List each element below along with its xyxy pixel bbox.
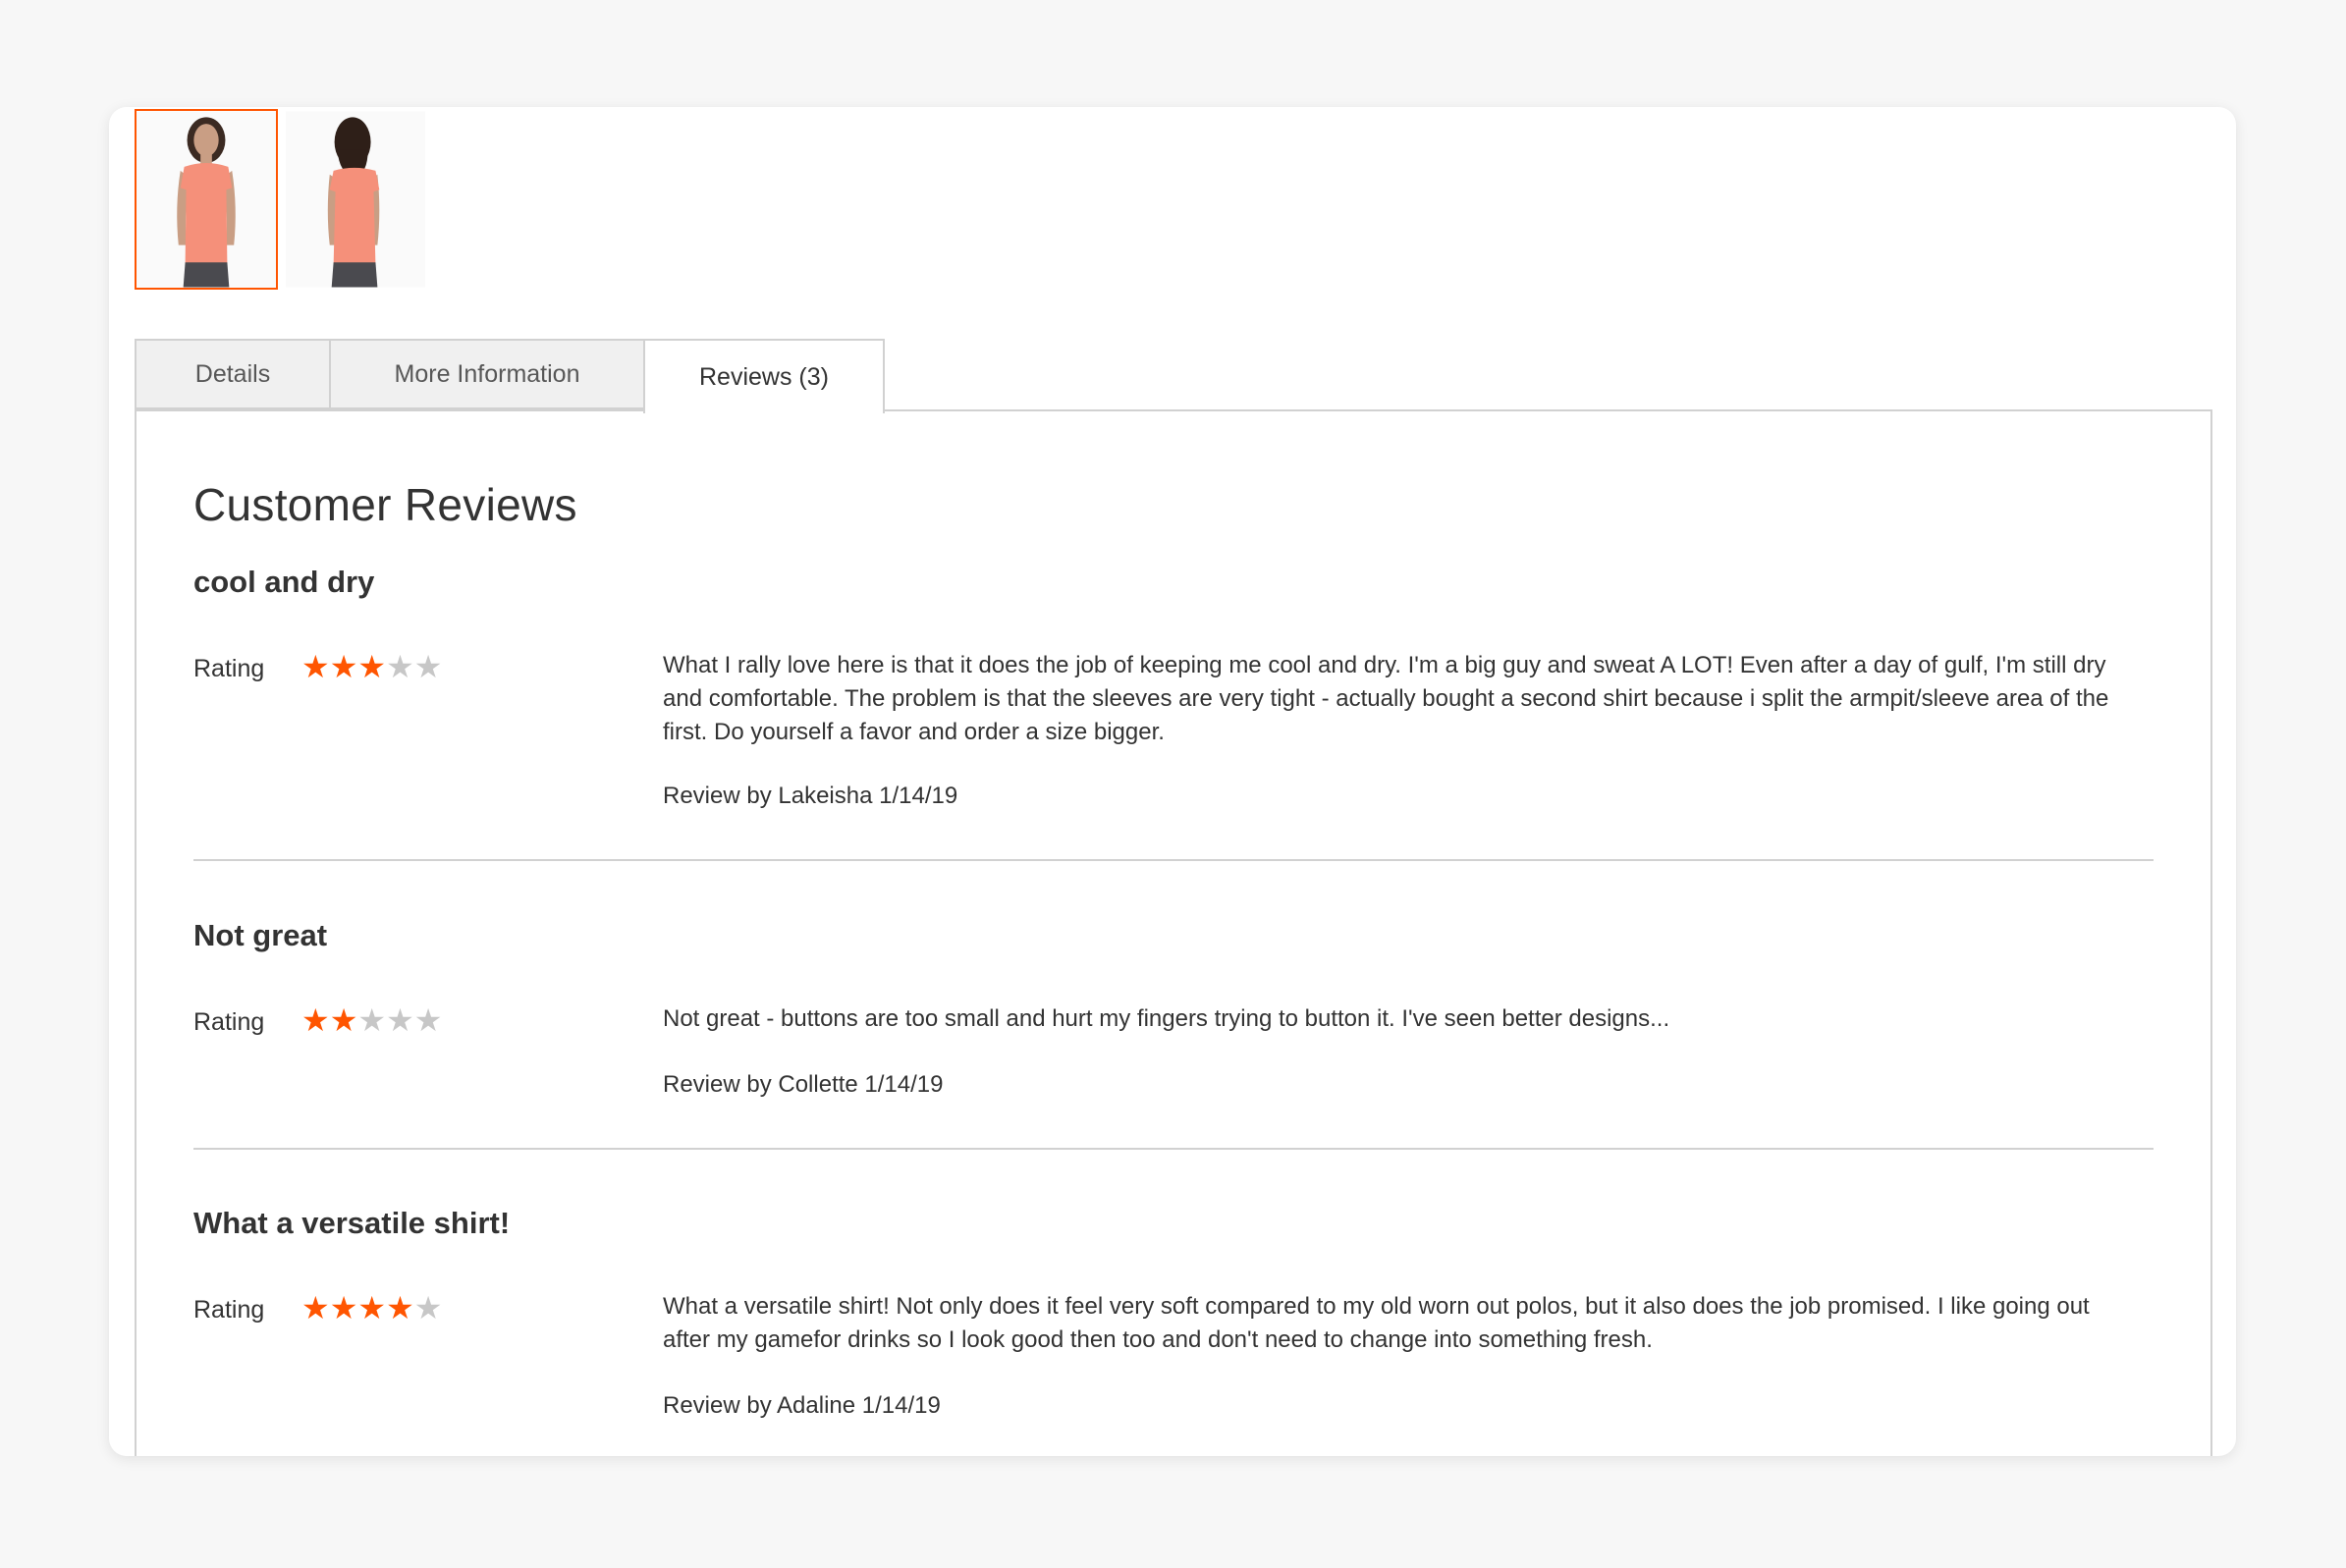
review-title: cool and dry — [193, 565, 375, 599]
tab-details[interactable]: Details — [135, 339, 329, 409]
rating-label: Rating — [193, 1008, 265, 1036]
star-empty-icon: ★ — [386, 1002, 414, 1038]
product-tabs: Details More Information Reviews (3) — [135, 339, 885, 413]
review-title: What a versatile shirt! — [193, 1206, 511, 1240]
customer-reviews-heading: Customer Reviews — [193, 479, 577, 530]
rating-stars: ★★★★★ — [301, 1292, 442, 1324]
star-filled-icon: ★ — [329, 1002, 358, 1038]
rating-label: Rating — [193, 655, 265, 682]
star-filled-icon: ★ — [301, 649, 330, 684]
review-divider — [193, 859, 2154, 861]
star-filled-icon: ★ — [357, 1290, 387, 1325]
star-filled-icon: ★ — [386, 1290, 414, 1325]
star-filled-icon: ★ — [357, 649, 387, 684]
star-empty-icon: ★ — [357, 1002, 387, 1038]
rating-stars: ★★★★★ — [301, 651, 442, 682]
star-empty-icon: ★ — [413, 1290, 443, 1325]
model-back-image — [286, 111, 425, 288]
rating-label: Rating — [193, 1296, 265, 1324]
rating-stars: ★★★★★ — [301, 1004, 442, 1036]
model-front-image — [136, 111, 276, 288]
review-divider — [193, 1148, 2154, 1150]
star-filled-icon: ★ — [301, 1002, 330, 1038]
review-author-date: Review by Lakeisha 1/14/19 — [663, 783, 958, 809]
tab-reviews[interactable]: Reviews (3) — [643, 339, 885, 413]
review-author-date: Review by Adaline 1/14/19 — [663, 1392, 941, 1419]
gallery-thumbnails — [135, 109, 427, 292]
review-author-date: Review by Collette 1/14/19 — [663, 1071, 944, 1098]
star-filled-icon: ★ — [329, 649, 358, 684]
thumbnail-back[interactable] — [284, 109, 427, 290]
review-text: What a versatile shirt! Not only does it… — [663, 1293, 2090, 1353]
tab-more-information[interactable]: More Information — [329, 339, 643, 409]
review-text: Not great - buttons are too small and hu… — [663, 1005, 1670, 1032]
reviews-panel: Customer Reviews cool and dry Rating ★★★… — [135, 409, 2212, 1456]
thumbnail-front[interactable] — [135, 109, 278, 290]
star-empty-icon: ★ — [386, 649, 414, 684]
review-text: What I rally love here is that it does t… — [663, 652, 2109, 745]
review-title: Not great — [193, 918, 328, 952]
star-empty-icon: ★ — [413, 649, 443, 684]
product-card: Details More Information Reviews (3) Cus… — [109, 107, 2236, 1456]
star-filled-icon: ★ — [301, 1290, 330, 1325]
star-empty-icon: ★ — [413, 1002, 443, 1038]
star-filled-icon: ★ — [329, 1290, 358, 1325]
